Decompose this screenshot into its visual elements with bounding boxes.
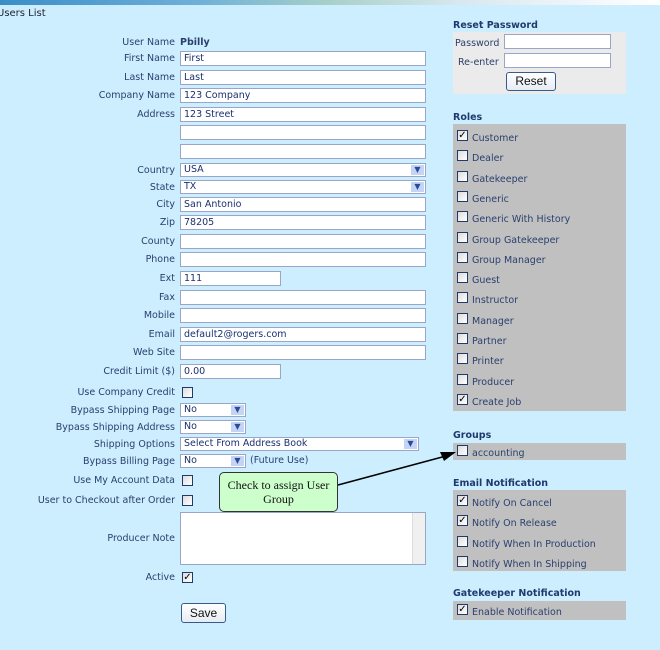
callout-arrow [337, 452, 456, 486]
callout-tooltip: Check to assign User Group [219, 472, 338, 512]
callout-arrow-line [337, 455, 447, 486]
callout-arrow-head [440, 452, 456, 461]
